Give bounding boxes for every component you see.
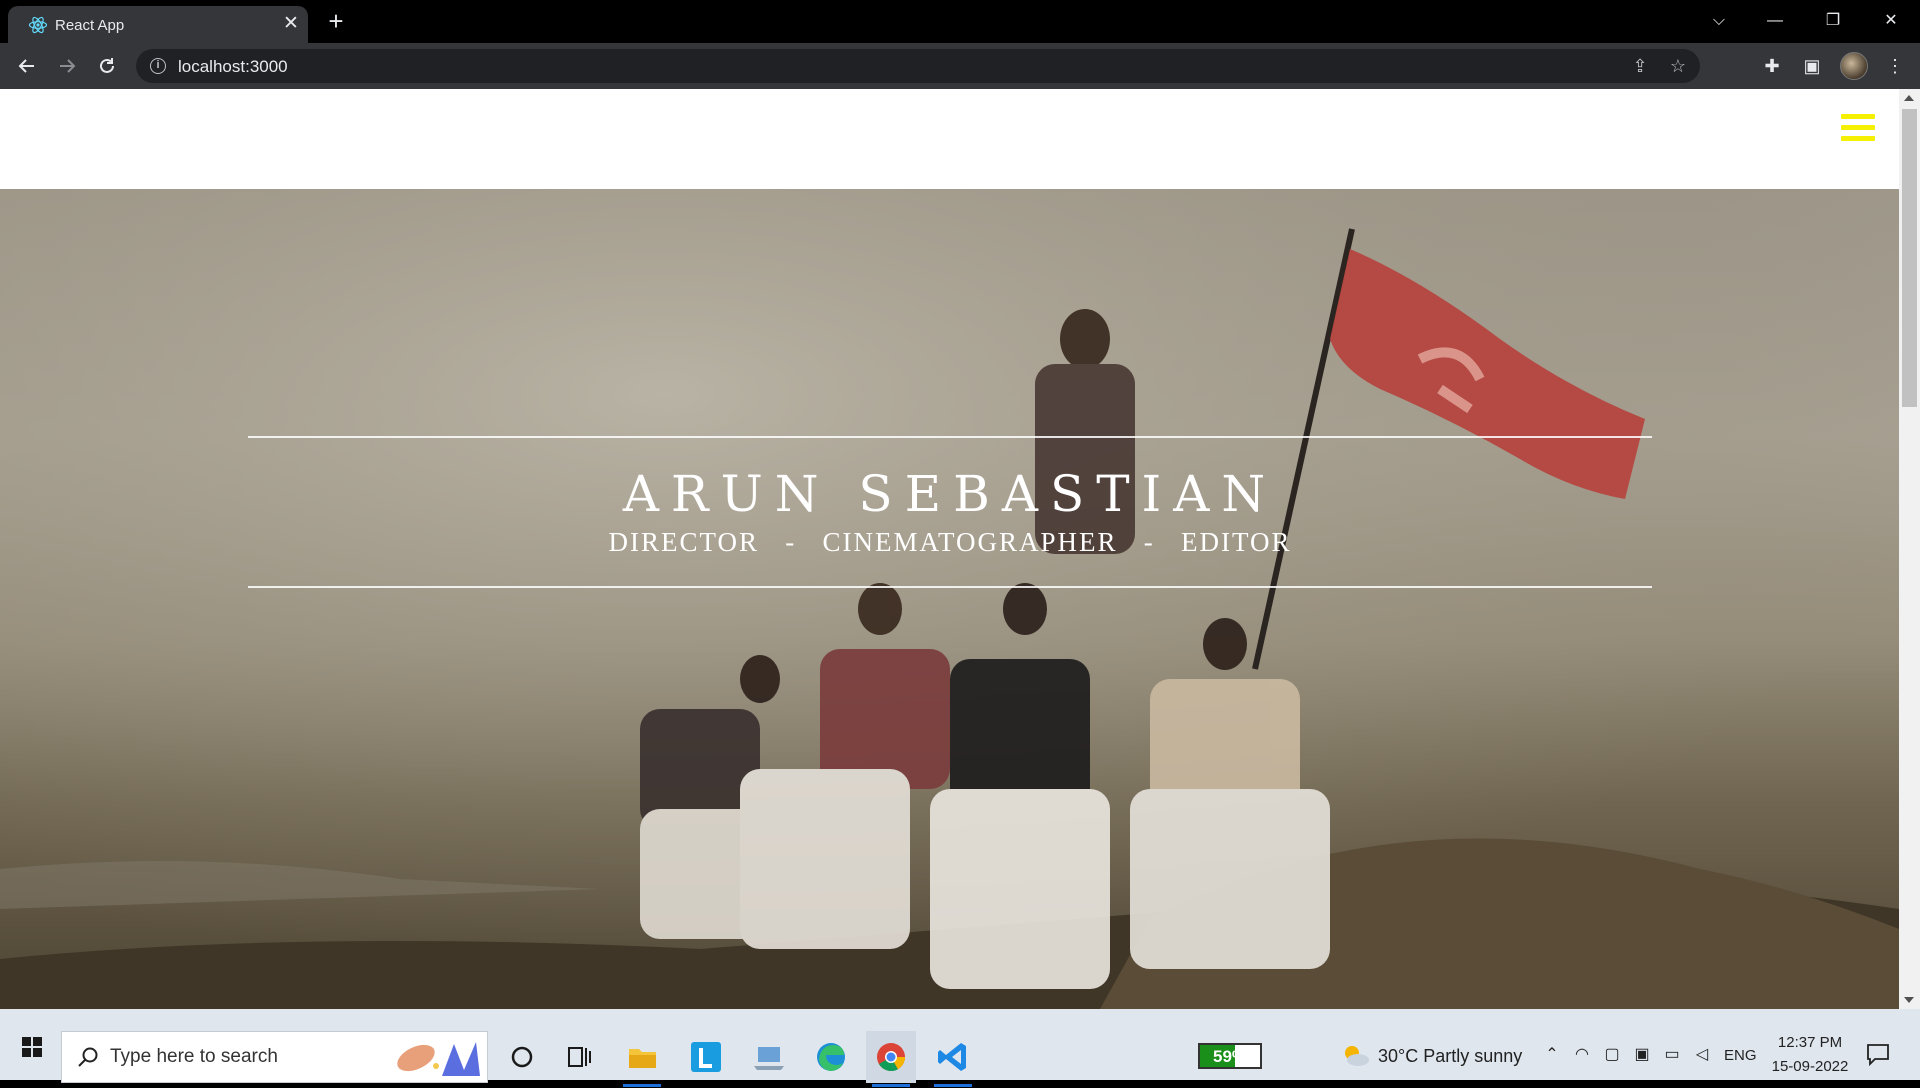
battery-indicator[interactable]: 59%: [1198, 1043, 1262, 1069]
meet-now-icon[interactable]: ▢: [1600, 1043, 1624, 1067]
scroll-down-arrow-icon[interactable]: [1904, 997, 1914, 1003]
l-app-icon[interactable]: [681, 1031, 731, 1083]
site-info-icon[interactable]: i: [150, 58, 166, 74]
search-icon: [78, 1047, 98, 1067]
back-arrow-icon: [18, 59, 34, 73]
l-letter-icon: [691, 1042, 721, 1072]
task-view-glyph-icon: [568, 1047, 591, 1067]
folder-icon: [629, 1049, 656, 1068]
file-explorer-icon[interactable]: [617, 1031, 667, 1087]
hero-title: ARUN SEBASTIAN: [622, 465, 1278, 523]
search-highlight-illustration-icon: [397, 1042, 480, 1076]
volume-icon[interactable]: ◁: [1690, 1043, 1714, 1067]
bookmark-star-icon[interactable]: ☆: [1666, 54, 1690, 78]
browser-tab-bar: React App ✕ + ⌵ — ❐ ✕: [0, 0, 1920, 43]
reload-button[interactable]: [92, 51, 122, 81]
extensions-puzzle-icon[interactable]: ✚: [1757, 51, 1787, 81]
new-tab-button[interactable]: +: [322, 8, 350, 36]
taskbar-clock[interactable]: 12:37 PM 15-09-2022: [1768, 1031, 1852, 1079]
share-icon[interactable]: ⇪: [1628, 54, 1652, 78]
browser-menu-icon[interactable]: ⋮: [1880, 51, 1910, 81]
scrollbar-thumb[interactable]: [1902, 109, 1917, 407]
forward-arrow-icon: [60, 59, 76, 73]
edge-browser-icon[interactable]: [806, 1031, 856, 1083]
laptop-icon: [754, 1047, 784, 1070]
tab-search-dropdown-icon[interactable]: ⌵: [1696, 6, 1742, 36]
cortana-icon[interactable]: [497, 1031, 547, 1083]
windows-start-icon[interactable]: [8, 1029, 56, 1065]
page-viewport: ARUN SEBASTIAN DIRECTOR - CINEMATOGRAPHE…: [0, 89, 1920, 1009]
address-bar-url[interactable]: localhost:3000: [178, 57, 288, 77]
edge-icon: [817, 1043, 845, 1071]
clock-time: 12:37 PM: [1777, 1034, 1843, 1051]
hero-subtitle: DIRECTOR - CINEMATOGRAPHER - EDITOR: [608, 527, 1292, 557]
cortana-circle-icon: [511, 1046, 533, 1068]
forward-button[interactable]: [52, 51, 82, 81]
language-indicator[interactable]: ENG: [1724, 1047, 1757, 1064]
site-header: [0, 89, 1899, 189]
hero-section: ARUN SEBASTIAN DIRECTOR - CINEMATOGRAPHE…: [0, 189, 1899, 1009]
notification-app-icon[interactable]: ▣: [1630, 1043, 1654, 1067]
weather-text[interactable]: 30°C Partly sunny: [1378, 1046, 1522, 1067]
address-bar[interactable]: i localhost:3000 ⇪ ☆: [136, 49, 1700, 83]
browser-toolbar: i localhost:3000 ⇪ ☆ ✚ ▣ ⋮: [0, 43, 1920, 89]
side-panel-icon[interactable]: ▣: [1797, 51, 1827, 81]
vscode-logo-icon: [938, 1043, 966, 1071]
task-view-icon[interactable]: [554, 1031, 604, 1083]
windows-taskbar: Type here to search 59% 30°C Partly sunn…: [0, 1009, 1920, 1087]
tab-title: React App: [55, 17, 125, 34]
partly-sunny-icon[interactable]: [1340, 1041, 1370, 1069]
hamburger-menu-icon[interactable]: [1841, 114, 1875, 144]
minimize-button[interactable]: —: [1752, 6, 1798, 36]
profile-avatar[interactable]: [1840, 52, 1868, 80]
wifi-icon[interactable]: ◠: [1570, 1043, 1594, 1067]
action-center-icon[interactable]: [1865, 1041, 1891, 1067]
tab-close-icon[interactable]: ✕: [280, 13, 302, 35]
scroll-up-arrow-icon[interactable]: [1904, 95, 1914, 101]
battery-percent: 59%: [1212, 1047, 1248, 1066]
chrome-icon: [877, 1043, 906, 1072]
browser-tab-active[interactable]: React App ✕: [8, 6, 308, 43]
clock-date: 15-09-2022: [1771, 1058, 1849, 1075]
restore-button[interactable]: ❐: [1810, 6, 1856, 36]
reload-icon: [100, 58, 114, 73]
hero-divider-top: [248, 436, 1652, 438]
page-scrollbar[interactable]: [1899, 89, 1920, 1009]
hamburger-bar: [1841, 125, 1875, 130]
hero-divider-bottom: [248, 586, 1652, 588]
hamburger-bar: [1841, 136, 1875, 141]
hamburger-bar: [1841, 114, 1875, 119]
close-window-button[interactable]: ✕: [1868, 6, 1914, 36]
back-button[interactable]: [12, 51, 42, 81]
vscode-icon[interactable]: [928, 1031, 978, 1087]
search-placeholder: Type here to search: [110, 1046, 278, 1067]
laptop-app-icon[interactable]: [744, 1031, 794, 1083]
chrome-browser-icon[interactable]: [866, 1031, 916, 1087]
taskbar-search-box[interactable]: Type here to search: [61, 1031, 488, 1083]
show-hidden-icons-chevron-icon[interactable]: ⌃: [1540, 1043, 1564, 1067]
react-icon: [28, 16, 48, 34]
battery-tray-icon[interactable]: ▭: [1660, 1043, 1684, 1067]
hero-background-photo: [0, 189, 1899, 1009]
